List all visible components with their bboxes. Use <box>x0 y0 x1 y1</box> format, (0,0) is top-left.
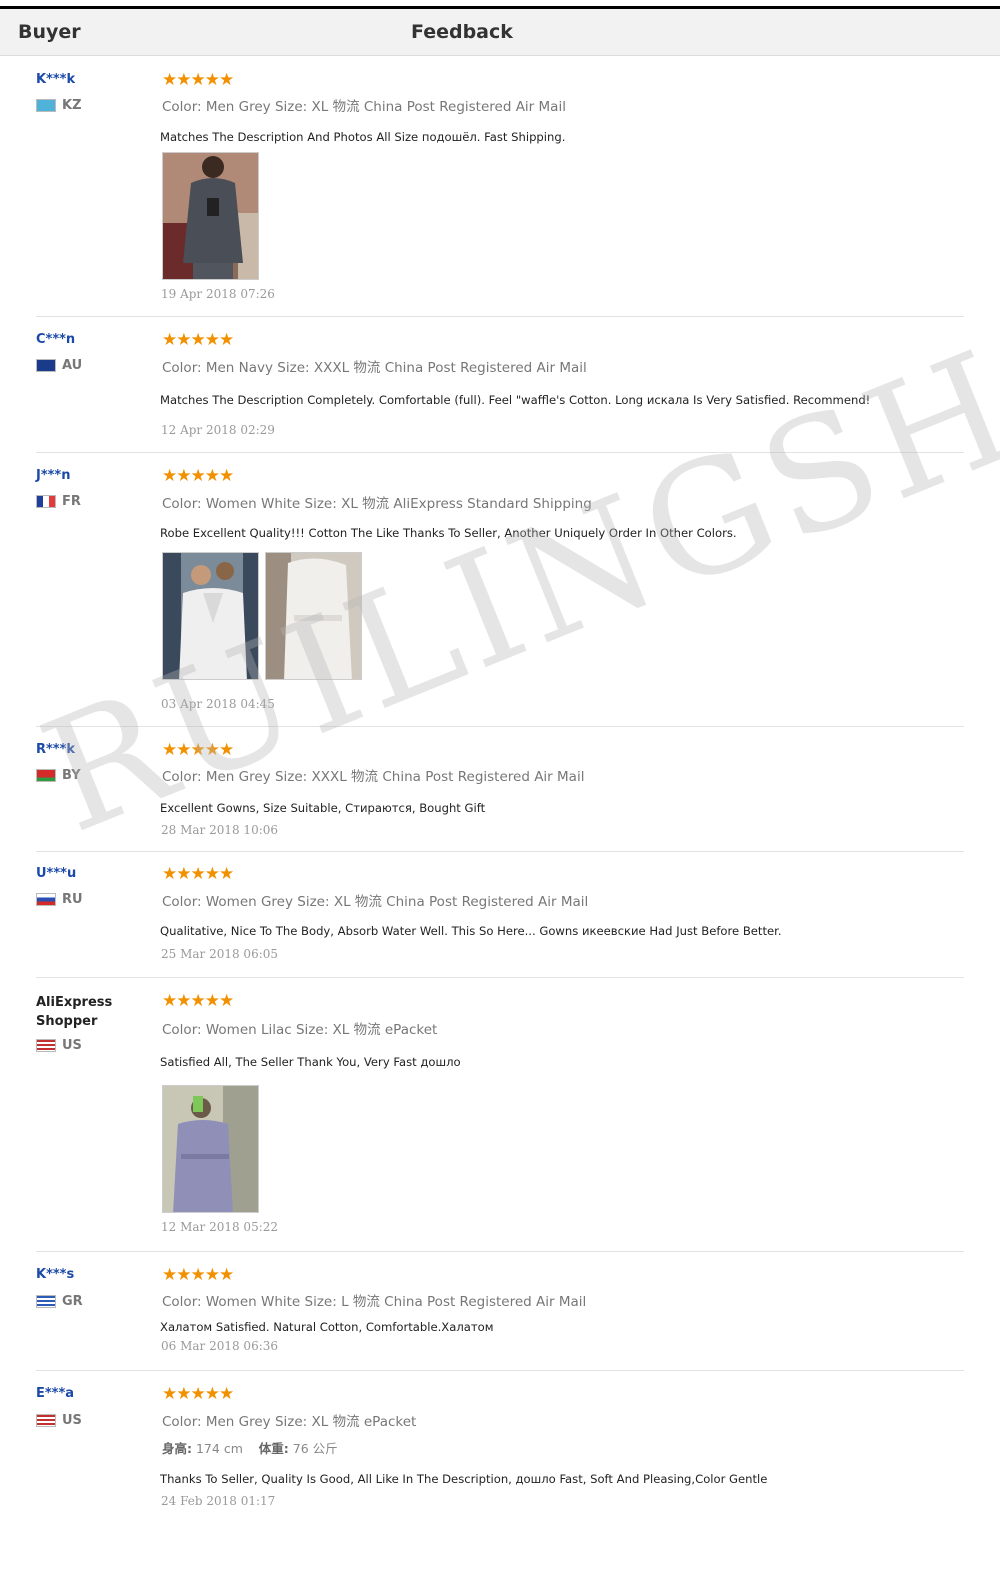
star-rating: ★★★★★ <box>162 70 234 90</box>
row-divider <box>36 1370 964 1371</box>
buyer-country: RU <box>36 892 83 907</box>
country-code: AU <box>62 358 83 373</box>
review-text: Халатом Satisfied. Natural Cotton, Comfo… <box>160 1320 494 1334</box>
country-code: RU <box>62 892 83 907</box>
review-date: 28 Mar 2018 10:06 <box>161 823 279 837</box>
buyer-name-link[interactable]: K***k <box>36 72 75 87</box>
star-rating: ★★★★★ <box>162 1384 234 1404</box>
buyer-country: US <box>36 1038 82 1053</box>
review-date: 19 Apr 2018 07:26 <box>161 287 275 301</box>
flag-by-icon <box>36 769 56 782</box>
review-text: Matches The Description Completely. Comf… <box>160 393 871 407</box>
body-measurements: 身高: 174 cm 体重: 76 公斤 <box>162 1438 338 1457</box>
photo-lilac-robe-selfie <box>163 1086 258 1212</box>
height-label: 身高: <box>162 1441 192 1456</box>
buyer-name-link[interactable]: U***u <box>36 866 76 881</box>
flag-ru-icon <box>36 893 56 906</box>
review-text: Thanks To Seller, Quality Is Good, All L… <box>160 1472 768 1486</box>
review-date: 25 Mar 2018 06:05 <box>161 947 279 961</box>
review-text: Satisfied All, The Seller Thank You, Ver… <box>160 1055 461 1069</box>
flag-gr-icon <box>36 1295 56 1308</box>
buyer-country: KZ <box>36 98 82 113</box>
country-code: BY <box>62 768 81 783</box>
buyer-name-link[interactable]: C***n <box>36 332 75 347</box>
order-attributes: Color: Men Grey Size: XL 物流 ePacket <box>162 1414 417 1430</box>
photo-white-robe-back <box>266 553 361 679</box>
order-attributes: Color: Women Grey Size: XL 物流 China Post… <box>162 894 589 910</box>
country-code: FR <box>62 494 81 509</box>
star-rating: ★★★★★ <box>162 466 234 486</box>
weight-label: 体重: <box>258 1441 289 1456</box>
flag-fr-icon <box>36 495 56 508</box>
star-rating: ★★★★★ <box>162 864 234 884</box>
row-divider <box>36 977 964 978</box>
review-text: Matches The Description And Photos All S… <box>160 130 566 144</box>
photo-couple-white-robes <box>163 553 258 679</box>
buyer-name-link[interactable]: R***k <box>36 742 75 757</box>
review-date: 12 Mar 2018 05:22 <box>161 1220 279 1234</box>
flag-kz-icon <box>36 99 56 112</box>
row-divider <box>36 316 964 317</box>
flag-au-icon <box>36 359 56 372</box>
buyer-country: FR <box>36 494 81 509</box>
review-text: Qualitative, Nice To The Body, Absorb Wa… <box>160 924 782 938</box>
buyer-column-header: Buyer <box>18 21 81 43</box>
buyer-name-link[interactable]: E***a <box>36 1386 74 1401</box>
review-text: Robe Excellent Quality!!! Cotton The Lik… <box>160 526 737 540</box>
order-attributes: Color: Men Navy Size: XXXL 物流 China Post… <box>162 360 587 376</box>
row-divider <box>36 1251 964 1252</box>
review-date: 24 Feb 2018 01:17 <box>161 1494 276 1508</box>
buyer-name-link[interactable]: J***n <box>36 468 71 483</box>
row-divider <box>36 851 964 852</box>
table-header: Buyer Feedback <box>0 9 1000 56</box>
star-rating: ★★★★★ <box>162 330 234 350</box>
country-code: KZ <box>62 98 82 113</box>
country-code: GR <box>62 1294 83 1309</box>
feedback-column-header: Feedback <box>411 21 513 43</box>
review-date: 03 Apr 2018 04:45 <box>161 697 275 711</box>
review-date: 06 Mar 2018 06:36 <box>161 1339 279 1353</box>
order-attributes: Color: Women White Size: L 物流 China Post… <box>162 1294 587 1310</box>
review-date: 12 Apr 2018 02:29 <box>161 423 275 437</box>
review-photo[interactable] <box>162 552 259 680</box>
buyer-country: US <box>36 1413 82 1428</box>
flag-us-icon <box>36 1414 56 1427</box>
star-rating: ★★★★★ <box>162 1265 234 1285</box>
buyer-name-link[interactable]: K***s <box>36 1267 74 1282</box>
buyer-country: AU <box>36 358 82 373</box>
country-code: US <box>62 1413 82 1428</box>
country-code: US <box>62 1038 82 1053</box>
order-attributes: Color: Men Grey Size: XL 物流 China Post R… <box>162 99 566 115</box>
buyer-country: BY <box>36 768 81 783</box>
order-attributes: Color: Men Grey Size: XXXL 物流 China Post… <box>162 769 585 785</box>
review-photo[interactable] <box>265 552 362 680</box>
order-attributes: Color: Women Lilac Size: XL 物流 ePacket <box>162 1022 438 1038</box>
buyer-name-link[interactable]: AliExpress Shopper <box>36 993 126 1031</box>
flag-us-icon <box>36 1039 56 1052</box>
review-text: Excellent Gowns, Size Suitable, Стираютс… <box>160 801 486 815</box>
photo-man-grey-robe <box>163 153 258 279</box>
row-divider <box>36 452 964 453</box>
review-photo[interactable] <box>162 152 259 280</box>
row-divider <box>36 726 964 727</box>
height-value: 174 cm <box>195 1441 243 1456</box>
weight-value: 76 公斤 <box>292 1441 338 1456</box>
buyer-country: GR <box>36 1294 83 1309</box>
star-rating: ★★★★★ <box>162 991 234 1011</box>
review-photo[interactable] <box>162 1085 259 1213</box>
star-rating: ★★★★★ <box>162 740 234 760</box>
order-attributes: Color: Women White Size: XL 物流 AliExpres… <box>162 496 592 512</box>
